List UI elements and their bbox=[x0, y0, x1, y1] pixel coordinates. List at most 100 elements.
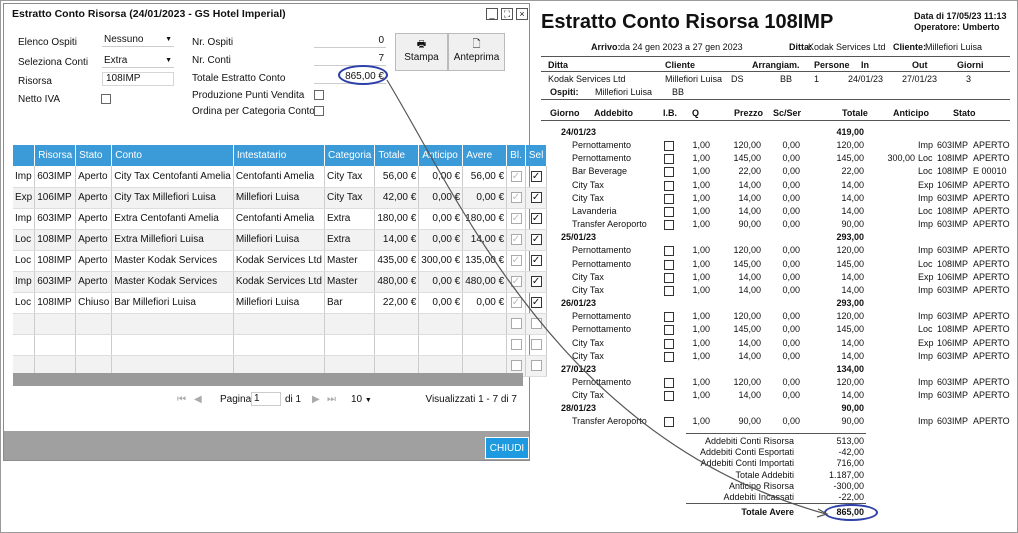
next-page-icon[interactable]: ▶ bbox=[312, 394, 320, 405]
charge-resource: 108IMP bbox=[937, 153, 969, 164]
blocked-checkbox[interactable]: ✓ bbox=[506, 166, 526, 188]
grid-col-stato[interactable]: Stato bbox=[75, 145, 113, 166]
table-row[interactable]: Loc 108IMP Chiuso Bar Millefiori Luisa Mille… bbox=[13, 292, 548, 314]
select-checkbox[interactable]: ✓ bbox=[525, 229, 548, 251]
ib-checkbox bbox=[664, 246, 674, 257]
total-label: Addebiti Conti Importati bbox=[700, 458, 794, 469]
chiudi-button[interactable]: CHIUDI bbox=[485, 437, 529, 459]
blocked-checkbox[interactable]: ✓ bbox=[506, 229, 526, 251]
totale-ec-label: Totale Estratto Conto bbox=[192, 73, 286, 84]
blocked-checkbox[interactable]: ✓ bbox=[506, 292, 526, 314]
grid-col-intestatario[interactable]: Intestatario bbox=[233, 145, 326, 166]
blocked-checkbox[interactable]: ✓ bbox=[506, 208, 526, 230]
charge-total: 90,00 bbox=[841, 219, 864, 230]
ib-checkbox bbox=[664, 417, 674, 428]
charge-type: Loc bbox=[918, 153, 933, 164]
blocked-checkbox[interactable] bbox=[506, 334, 526, 356]
minimize-icon[interactable]: _ bbox=[486, 8, 498, 20]
nr-conti-value: 7 bbox=[314, 52, 386, 66]
maximize-icon[interactable]: ⛶ bbox=[501, 8, 513, 20]
charge-total: 145,00 bbox=[836, 324, 864, 335]
charge-discount: 0,00 bbox=[782, 258, 800, 269]
elenco-ospiti-select[interactable]: Nessuno ▼ bbox=[102, 33, 174, 47]
select-checkbox[interactable]: ✓ bbox=[525, 250, 548, 272]
charge-resource: 603IMP bbox=[937, 377, 969, 387]
table-row[interactable]: Imp 603IMP Aperto Extra Centofanti Amelia Ce… bbox=[13, 208, 548, 230]
grid-cell-cat bbox=[324, 313, 376, 335]
charge-price: 14,00 bbox=[738, 337, 761, 348]
grid-cell-ant: 0,00 € bbox=[418, 229, 464, 251]
select-checkbox[interactable] bbox=[525, 355, 548, 377]
blocked-checkbox[interactable]: ✓ bbox=[506, 271, 526, 293]
grid-scrollbar[interactable] bbox=[13, 373, 523, 386]
report-divider bbox=[686, 433, 866, 434]
report-header-cell: Ditta bbox=[548, 60, 568, 70]
table-row[interactable]: Imp 603IMP Aperto Master Kodak Services Koda… bbox=[13, 271, 548, 293]
select-checkbox[interactable] bbox=[525, 334, 548, 356]
report-row-cell: BB bbox=[780, 74, 793, 84]
select-checkbox[interactable]: ✓ bbox=[525, 292, 548, 314]
last-page-icon[interactable]: ⏭ bbox=[327, 394, 336, 405]
prev-page-icon[interactable]: ◀ bbox=[194, 394, 202, 405]
grid-col-avere[interactable]: Avere bbox=[462, 145, 508, 166]
blocked-checkbox[interactable]: ✓ bbox=[506, 250, 526, 272]
report-header-cell: Persone bbox=[814, 60, 850, 70]
grid-col-categoria[interactable]: Categoria bbox=[324, 145, 376, 166]
close-icon[interactable]: × bbox=[516, 8, 528, 20]
select-checkbox[interactable]: ✓ bbox=[525, 271, 548, 293]
charge-total: 14,00 bbox=[841, 206, 864, 216]
seleziona-conti-select[interactable]: Extra ▼ bbox=[102, 54, 174, 68]
ib-checkbox bbox=[664, 207, 674, 217]
page-size-select[interactable]: 10 ▼ bbox=[351, 394, 372, 405]
grid-cell-ant bbox=[418, 334, 464, 356]
grid-cell-av: 0,00 € bbox=[462, 292, 508, 314]
select-checkbox[interactable] bbox=[525, 313, 548, 335]
netto-iva-checkbox[interactable] bbox=[101, 94, 111, 104]
select-checkbox[interactable]: ✓ bbox=[525, 187, 548, 209]
report-row-cell: Kodak Services Ltd bbox=[548, 74, 626, 84]
charge-status: APERTO bbox=[973, 219, 1010, 230]
table-row[interactable]: Loc 108IMP Aperto Extra Millefiori Luisa Mil… bbox=[13, 229, 548, 251]
ordina-categoria-checkbox[interactable] bbox=[314, 106, 324, 116]
charge-type: Imp bbox=[918, 416, 934, 427]
grid-col-totale[interactable]: Totale bbox=[374, 145, 420, 166]
table-row[interactable] bbox=[13, 313, 548, 335]
page-input[interactable]: 1 bbox=[251, 392, 281, 406]
table-row[interactable]: Exp 106IMP Aperto City Tax Millefiori Luisa… bbox=[13, 187, 548, 209]
select-checkbox[interactable]: ✓ bbox=[525, 166, 548, 188]
grid-col-conto[interactable]: Conto bbox=[111, 145, 234, 166]
charge-price: 14,00 bbox=[738, 179, 761, 190]
blocked-checkbox[interactable]: ✓ bbox=[506, 187, 526, 209]
risorsa-input[interactable]: 108IMP bbox=[102, 72, 174, 86]
day-label: 27/01/23 bbox=[561, 364, 597, 374]
total-label: Totale Addebiti bbox=[735, 469, 794, 480]
table-row[interactable]: Loc 108IMP Aperto Master Kodak Services Koda… bbox=[13, 250, 548, 272]
first-page-icon[interactable]: ⏮ bbox=[177, 394, 186, 405]
table-row[interactable] bbox=[13, 334, 548, 356]
select-checkbox[interactable]: ✓ bbox=[525, 208, 548, 230]
grid-col-type bbox=[13, 145, 36, 166]
blocked-checkbox[interactable] bbox=[506, 313, 526, 335]
ib-checkbox bbox=[664, 220, 674, 231]
grid-col-risorsa[interactable]: Risorsa bbox=[34, 145, 77, 166]
stampa-button[interactable]: 🖶 Stampa bbox=[395, 33, 448, 71]
table-row[interactable]: Imp 603IMP Aperto City Tax Centofanti Ameli… bbox=[13, 166, 548, 188]
grid-cell-i: Millefiori Luisa bbox=[233, 292, 326, 314]
produzione-punti-checkbox[interactable] bbox=[314, 90, 324, 100]
charge-resource: 603IMP bbox=[937, 245, 969, 256]
grid-col-bl[interactable]: Bl. bbox=[506, 145, 526, 166]
page-count: di 1 bbox=[285, 394, 302, 405]
charge-qty: 1,00 bbox=[692, 192, 710, 203]
pager: ⏮ ◀ Pagina 1 di 1 ▶ ⏭ 10 ▼ Visualizzati … bbox=[13, 389, 523, 411]
day-total: 134,00 bbox=[836, 364, 864, 374]
charge-qty: 1,00 bbox=[692, 179, 710, 190]
charge-type: Imp bbox=[918, 377, 934, 387]
grid-col-sel[interactable]: Sel bbox=[525, 145, 548, 166]
anteprima-button[interactable]: 🗋 Anteprima bbox=[448, 33, 505, 71]
grid-cell-av: 14,00 € bbox=[462, 229, 508, 251]
charge-price: 14,00 bbox=[738, 192, 761, 203]
total-value: -22,00 bbox=[838, 492, 864, 502]
charge-type: Imp bbox=[918, 311, 934, 322]
charge-total: 14,00 bbox=[841, 337, 864, 348]
grid-col-anticipo[interactable]: Anticipo bbox=[418, 145, 464, 166]
